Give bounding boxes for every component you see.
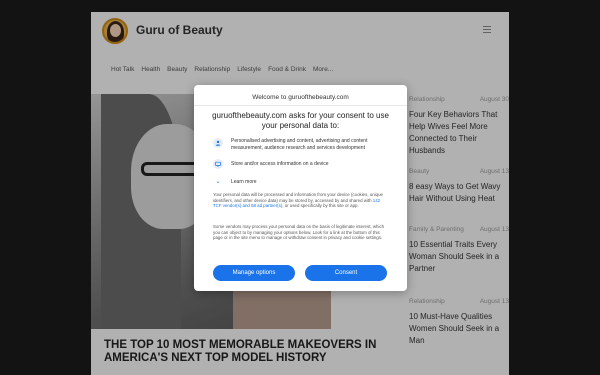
person-icon — [213, 138, 223, 148]
divider — [194, 105, 407, 106]
consent-dialog: Welcome to guruofthebeauty.com guruofthe… — [194, 85, 407, 291]
consent-button[interactable]: Consent — [305, 265, 387, 281]
learn-more-label: Learn more — [231, 178, 257, 185]
manage-options-button[interactable]: Manage options — [213, 265, 295, 281]
purpose-personalised-ads: Personalised advertising and content, ad… — [213, 138, 393, 151]
consent-welcome: Welcome to guruofthebeauty.com — [252, 94, 349, 101]
consent-paragraph-1: Your personal data will be processed and… — [213, 192, 383, 209]
purpose-device-storage: Store and/or access information on a dev… — [213, 159, 393, 169]
device-icon — [213, 159, 223, 169]
consent-paragraph-2: Some vendors may process your personal d… — [213, 224, 385, 241]
consent-heading: guruofthebeauty.com asks for your consen… — [212, 111, 389, 130]
learn-more-toggle[interactable]: ⌄ Learn more — [213, 178, 257, 186]
chevron-down-icon: ⌄ — [215, 179, 221, 185]
